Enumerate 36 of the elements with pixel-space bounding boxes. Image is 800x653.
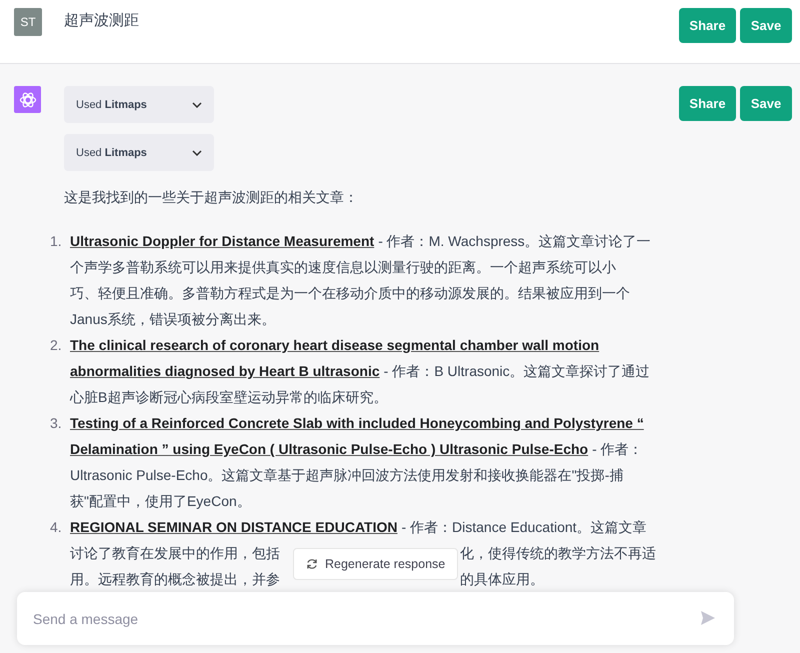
- list-number: 3.: [50, 414, 63, 433]
- article-text: 用。远程教育的概念被提出，并参: [70, 570, 280, 589]
- message-field[interactable]: Send a message: [17, 592, 734, 645]
- article-text: Janus系统，错误项被分离出来。: [70, 310, 276, 329]
- plugin-dropdown[interactable]: Used Litmaps: [64, 86, 214, 123]
- list-number: 4.: [50, 518, 63, 537]
- article-text: - 作者：B Ultrasonic。这篇文章探讨了通过: [384, 362, 650, 381]
- plugin-dropdown[interactable]: Used Litmaps: [64, 134, 214, 171]
- article-text: 讨论了教育在发展中的作用，包括: [70, 544, 280, 563]
- intro-text: 这是我找到的一些关于超声波测距的相关文章：: [64, 188, 358, 207]
- chevron-icon: [192, 102, 202, 108]
- article-text: 心脏B超声诊断冠心病段室壁运动异常的临床研究。: [70, 388, 388, 407]
- list-number: 2.: [50, 336, 63, 355]
- article-text: 化，使得传统的教学方法不再适: [460, 544, 656, 563]
- user-message: 超声波测距: [64, 11, 139, 31]
- send-icon[interactable]: [700, 610, 716, 626]
- article-link[interactable]: REGIONAL SEMINAR ON DISTANCE EDUCATION: [70, 514, 398, 540]
- article-text: - 作者：Distance Educationt。这篇文章: [401, 518, 647, 537]
- chevron-icon: [192, 150, 202, 156]
- refresh-icon: [306, 558, 318, 570]
- article-link[interactable]: The clinical research of coronary heart disease segmental chamber wall motion: [70, 332, 600, 358]
- article-text: 的具体应用。: [460, 570, 544, 589]
- article-text: 获"配置中，使用了EyeCon。: [70, 492, 251, 511]
- article-text: 个声学多普勒系统可以用来提供真实的速度信息以测量行驶的距离。一个超声系统可以小: [70, 258, 616, 277]
- article-text: 巧、轻便且准确。多普勒方程式是为一个在移动介质中的移动源发展的。结果被应用到一个: [70, 284, 630, 303]
- article-link[interactable]: Ultrasonic Doppler for Distance Measurement: [70, 228, 374, 254]
- regenerate-response-button[interactable]: Regenerate response: [293, 548, 458, 580]
- user-avatar: ST: [14, 8, 42, 36]
- article-link[interactable]: abnormalities diagnosed by Heart B ultrasonic: [70, 358, 380, 384]
- article-link[interactable]: Delamination ” using EyeCon ( Ultrasonic Pulse-Echo ) Ultrasonic Pulse-Echo: [70, 436, 588, 462]
- assistant-logo-icon: [14, 86, 41, 113]
- article-text: Ultrasonic Pulse-Echo。这篇文章基于超声脉冲回波方法使用发射和接收换能器在"投掷-捕: [70, 466, 624, 485]
- article-text: - 作者：: [592, 440, 643, 459]
- article-text: - 作者：M. Wachspress。这篇文章讨论了一: [378, 232, 651, 251]
- list-number: 1.: [50, 232, 63, 251]
- article-link[interactable]: Testing of a Reinforced Concrete Slab with included Honeycombing and Polystyrene “: [70, 410, 644, 436]
